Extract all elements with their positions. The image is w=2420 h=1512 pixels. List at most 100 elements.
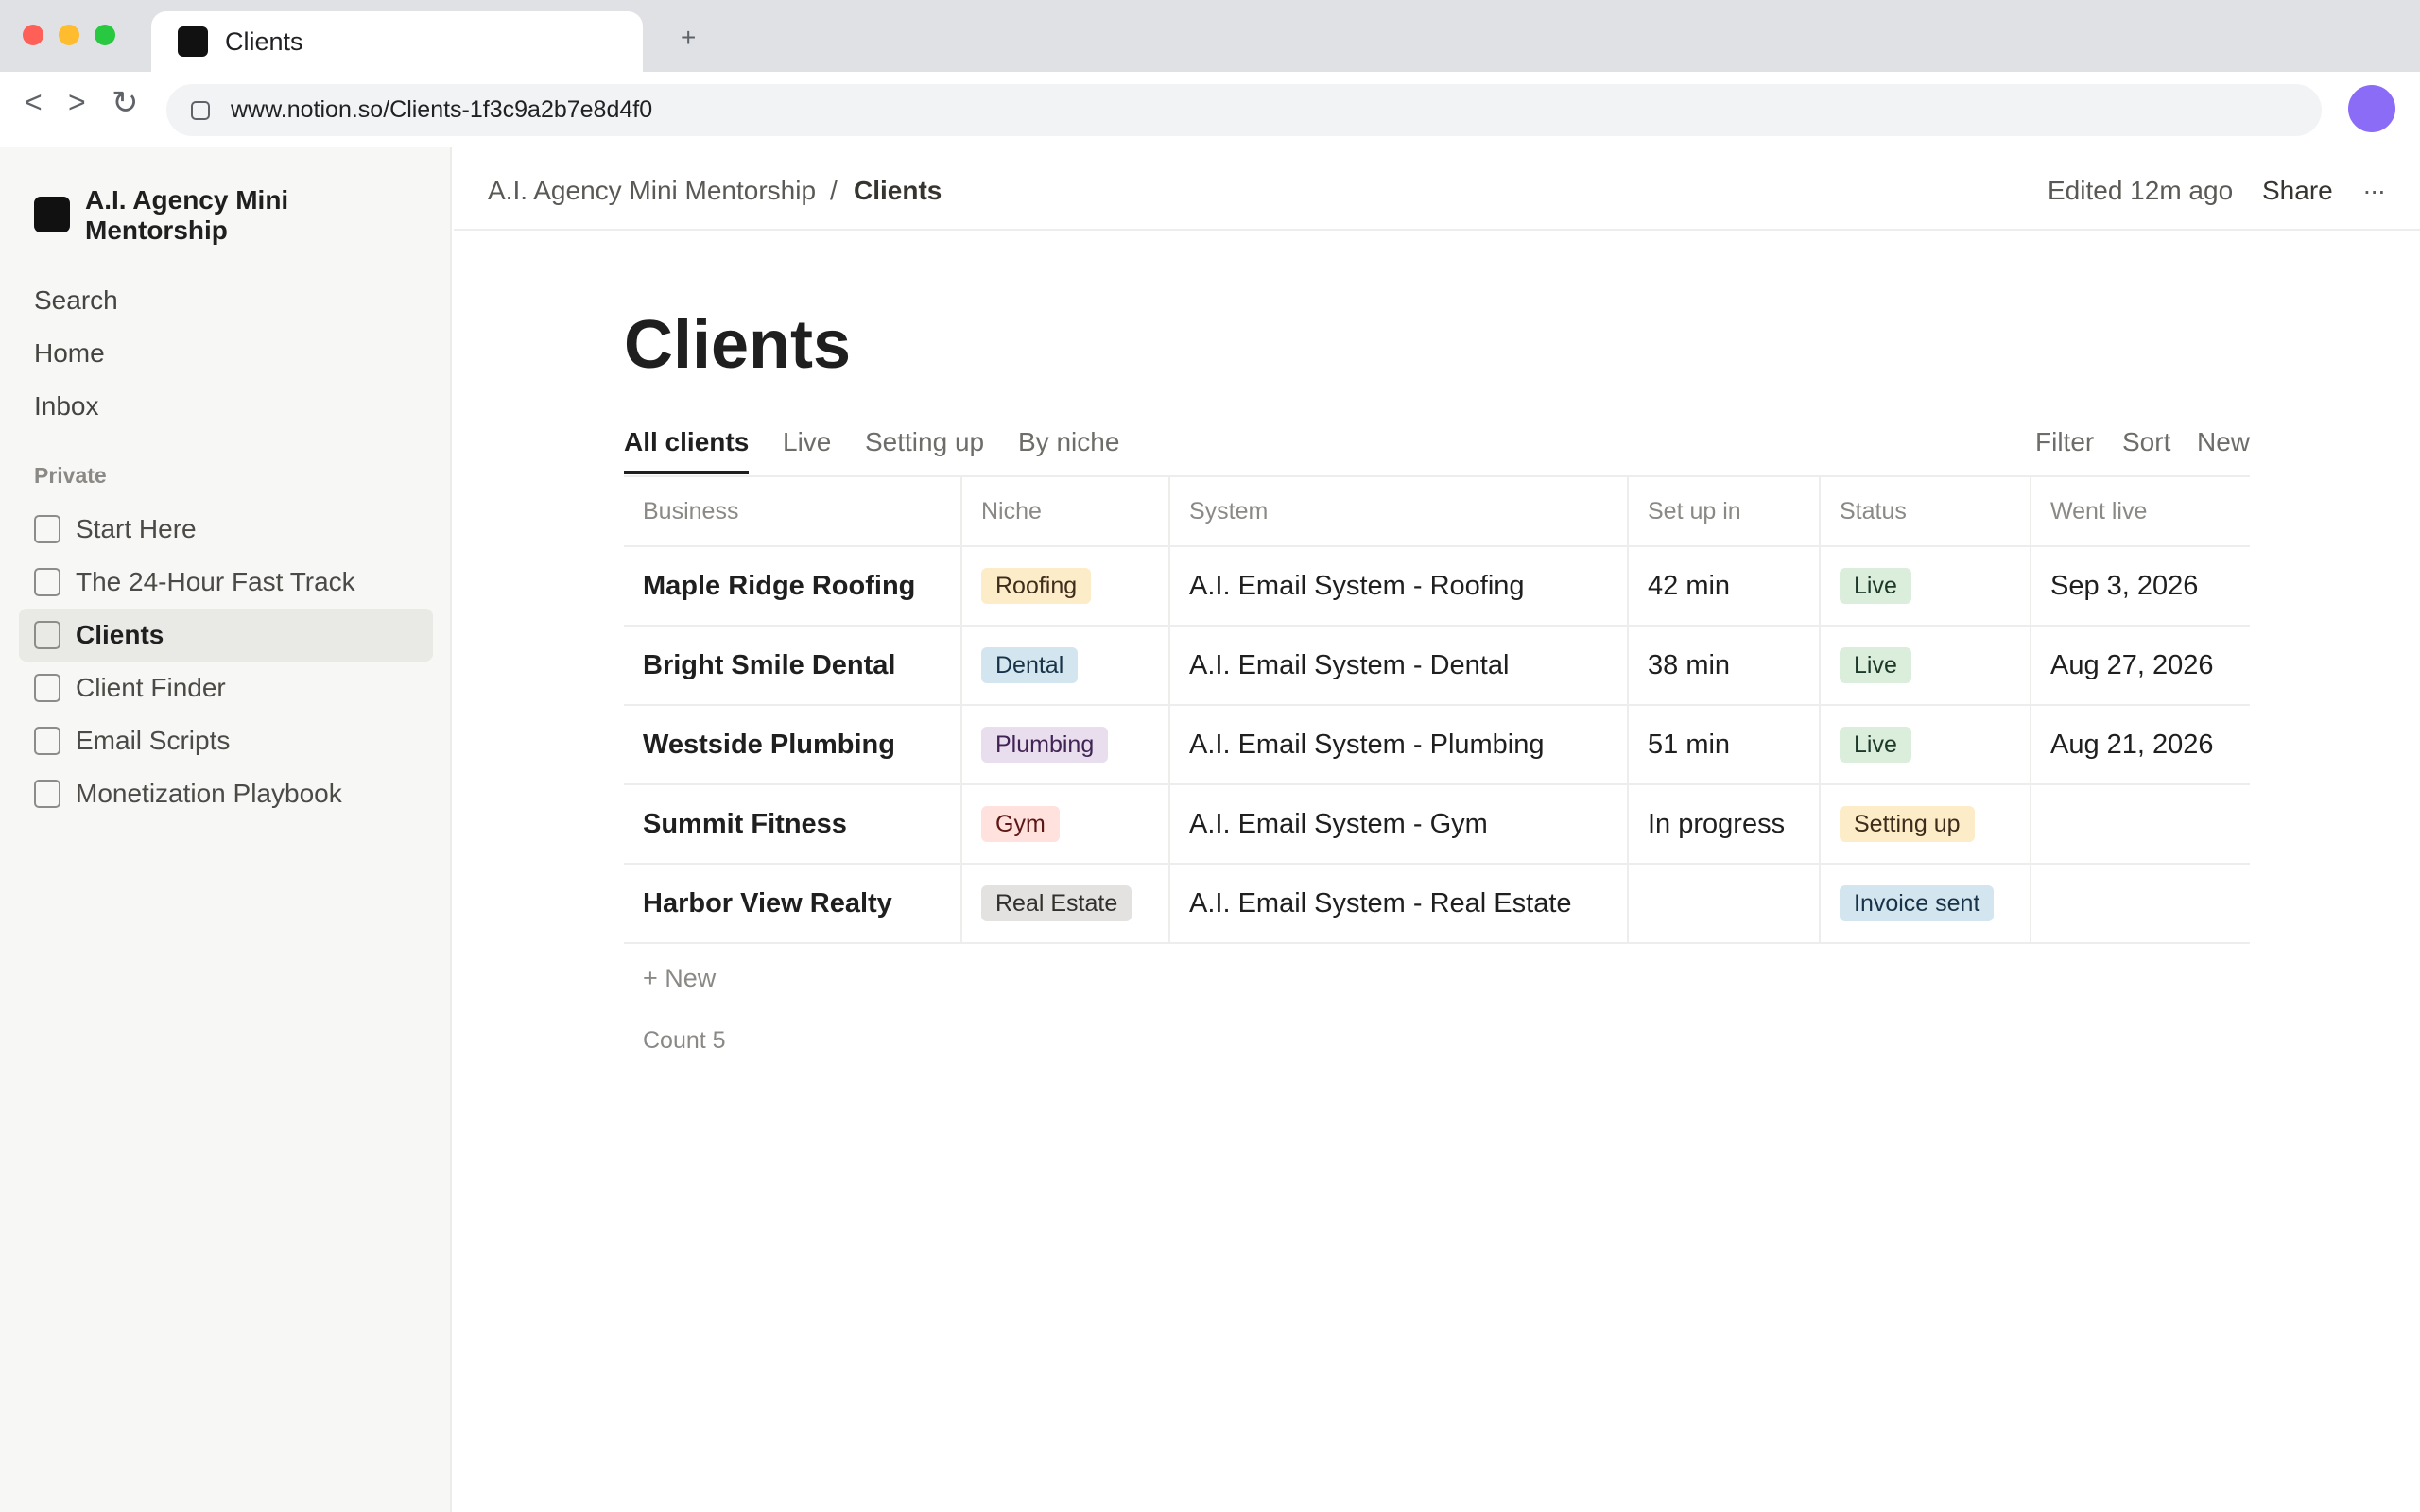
page-icon xyxy=(34,780,60,808)
went-live-cell[interactable]: Sep 3, 2026 xyxy=(2030,546,2250,627)
niche-cell[interactable]: Gym xyxy=(960,784,1169,865)
system-cell[interactable]: A.I. Email System - Gym xyxy=(1168,784,1628,865)
notion-page-icon xyxy=(178,26,208,57)
sidebar-item-monetization-playbook[interactable]: Monetization Playbook xyxy=(19,767,433,820)
table-row[interactable]: Harbor View Realty Real Estate A.I. Emai… xyxy=(624,864,2250,944)
system-cell[interactable]: A.I. Email System - Roofing xyxy=(1168,546,1628,627)
business-cell[interactable]: Westside Plumbing xyxy=(624,705,961,785)
sidebar-item-label: Monetization Playbook xyxy=(76,779,342,808)
business-cell[interactable]: Bright Smile Dental xyxy=(624,626,961,706)
tab-by-niche[interactable]: By niche xyxy=(1018,427,1119,457)
status-badge: Live xyxy=(1840,727,1911,763)
status-badge: Setting up xyxy=(1840,806,1975,842)
sidebar-item-fast-track[interactable]: The 24-Hour Fast Track xyxy=(19,556,433,609)
add-new-row-button[interactable]: + New xyxy=(643,964,716,993)
sidebar-item-start-here[interactable]: Start Here xyxy=(19,503,433,556)
setup-cell[interactable]: 42 min xyxy=(1627,546,1820,627)
table-row[interactable]: Westside Plumbing Plumbing A.I. Email Sy… xyxy=(624,705,2250,785)
column-header-went-live[interactable]: Went live xyxy=(2030,475,2250,547)
status-cell[interactable]: Live xyxy=(1819,626,2031,706)
browser-toolbar: < > ↻ www.notion.so/Clients-1f3c9a2b7e8d… xyxy=(0,72,2420,147)
status-cell[interactable]: Live xyxy=(1819,705,2031,785)
sidebar-section-private: Private xyxy=(34,463,107,488)
sidebar-item-label: Client Finder xyxy=(76,673,226,702)
workspace-name: A.I. Agency Mini Mentorship xyxy=(85,185,289,245)
niche-tag: Gym xyxy=(981,806,1060,842)
tab-all-clients[interactable]: All clients xyxy=(624,427,749,457)
url-text: www.notion.so/Clients-1f3c9a2b7e8d4f0 xyxy=(231,96,653,123)
back-button[interactable]: < xyxy=(25,87,43,117)
sidebar-item-label: Start Here xyxy=(76,514,197,543)
went-live-cell[interactable] xyxy=(2030,864,2250,944)
column-header-business[interactable]: Business xyxy=(624,475,961,547)
workspace-logo-icon xyxy=(34,197,70,232)
went-live-cell[interactable] xyxy=(2030,784,2250,865)
tab-live[interactable]: Live xyxy=(783,427,831,457)
page-icon xyxy=(34,515,60,543)
status-cell[interactable]: Live xyxy=(1819,546,2031,627)
sort-button[interactable]: Sort xyxy=(2122,427,2170,457)
more-options-button[interactable]: ... xyxy=(2363,170,2385,200)
setup-cell[interactable]: 51 min xyxy=(1627,705,1820,785)
sidebar-item-email-scripts[interactable]: Email Scripts xyxy=(19,714,433,767)
niche-cell[interactable]: Real Estate xyxy=(960,864,1169,944)
share-button[interactable]: Share xyxy=(2262,176,2333,206)
business-cell[interactable]: Maple Ridge Roofing xyxy=(624,546,961,627)
sidebar-item-inbox[interactable]: Inbox xyxy=(34,391,99,421)
system-cell[interactable]: A.I. Email System - Plumbing xyxy=(1168,705,1628,785)
niche-cell[interactable]: Dental xyxy=(960,626,1169,706)
profile-avatar[interactable] xyxy=(2348,85,2395,132)
page-icon xyxy=(34,674,60,702)
page-title[interactable]: Clients xyxy=(624,302,851,387)
niche-cell[interactable]: Plumbing xyxy=(960,705,1169,785)
system-cell[interactable]: A.I. Email System - Real Estate xyxy=(1168,864,1628,944)
row-count: Count 5 xyxy=(643,1027,726,1054)
close-window-icon[interactable] xyxy=(23,25,43,45)
minimize-window-icon[interactable] xyxy=(59,25,79,45)
sidebar-item-label: Clients xyxy=(76,620,164,649)
workspace-switcher[interactable]: A.I. Agency Mini Mentorship xyxy=(34,185,431,246)
sidebar-item-client-finder[interactable]: Client Finder xyxy=(19,662,433,714)
new-tab-button[interactable]: + xyxy=(681,25,696,51)
niche-tag: Dental xyxy=(981,647,1079,683)
went-live-cell[interactable]: Aug 27, 2026 xyxy=(2030,626,2250,706)
system-cell[interactable]: A.I. Email System - Dental xyxy=(1168,626,1628,706)
reload-button[interactable]: ↻ xyxy=(112,87,139,119)
site-info-icon[interactable] xyxy=(191,100,210,120)
sidebar-item-home[interactable]: Home xyxy=(34,338,105,369)
table-header-row: Business Niche System Set up in Status W… xyxy=(624,475,2250,547)
setup-cell[interactable]: In progress xyxy=(1627,784,1820,865)
setup-cell[interactable] xyxy=(1627,864,1820,944)
status-cell[interactable]: Setting up xyxy=(1819,784,2031,865)
browser-tab-clients[interactable]: Clients xyxy=(151,11,643,72)
column-header-status[interactable]: Status xyxy=(1819,475,2031,547)
filter-button[interactable]: Filter xyxy=(2035,427,2094,457)
column-header-system[interactable]: System xyxy=(1168,475,1628,547)
active-tab-indicator xyxy=(624,471,749,474)
sidebar-item-clients[interactable]: Clients xyxy=(19,609,433,662)
maximize-window-icon[interactable] xyxy=(95,25,115,45)
page-icon xyxy=(34,727,60,755)
status-cell[interactable]: Invoice sent xyxy=(1819,864,2031,944)
forward-button[interactable]: > xyxy=(68,87,86,117)
table-row[interactable]: Maple Ridge Roofing Roofing A.I. Email S… xyxy=(624,546,2250,627)
went-live-cell[interactable]: Aug 21, 2026 xyxy=(2030,705,2250,785)
tab-setting-up[interactable]: Setting up xyxy=(865,427,984,457)
business-cell[interactable]: Harbor View Realty xyxy=(624,864,961,944)
sidebar: A.I. Agency Mini Mentorship Search Home … xyxy=(0,147,452,1512)
browser-tab-bar: Clients + xyxy=(0,0,2420,72)
column-header-set-up-in[interactable]: Set up in xyxy=(1627,475,1820,547)
setup-cell[interactable]: 38 min xyxy=(1627,626,1820,706)
business-cell[interactable]: Summit Fitness xyxy=(624,784,961,865)
breadcrumb-separator: / xyxy=(830,176,838,205)
column-header-niche[interactable]: Niche xyxy=(960,475,1169,547)
table-row[interactable]: Bright Smile Dental Dental A.I. Email Sy… xyxy=(624,626,2250,706)
clients-table: Business Niche System Set up in Status W… xyxy=(624,475,2250,944)
new-button[interactable]: New xyxy=(2197,427,2250,457)
table-row[interactable]: Summit Fitness Gym A.I. Email System - G… xyxy=(624,784,2250,865)
address-bar[interactable]: www.notion.so/Clients-1f3c9a2b7e8d4f0 xyxy=(166,84,2322,136)
breadcrumb-workspace[interactable]: A.I. Agency Mini Mentorship xyxy=(488,176,816,206)
breadcrumb-current-page[interactable]: Clients xyxy=(854,176,942,206)
sidebar-item-search[interactable]: Search xyxy=(34,285,118,316)
niche-cell[interactable]: Roofing xyxy=(960,546,1169,627)
